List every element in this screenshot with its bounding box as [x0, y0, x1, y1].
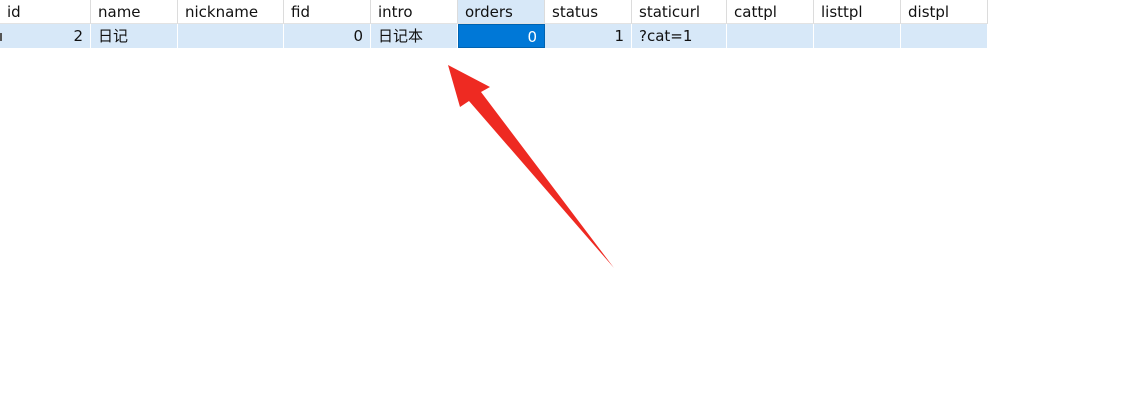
cell-id[interactable]: 2: [0, 24, 91, 48]
column-header-cattpl[interactable]: cattpl: [727, 0, 814, 24]
column-header-fid[interactable]: fid: [284, 0, 371, 24]
column-header-distpl[interactable]: distpl: [901, 0, 988, 24]
cell-name[interactable]: 日记: [91, 24, 178, 48]
column-header-listtpl[interactable]: listtpl: [814, 0, 901, 24]
cell-cattpl[interactable]: [727, 24, 814, 48]
cell-distpl[interactable]: [901, 24, 988, 48]
red-arrow-icon: [448, 65, 614, 268]
column-header-name[interactable]: name: [91, 0, 178, 24]
column-header-status[interactable]: status: [545, 0, 632, 24]
column-header-id[interactable]: id: [0, 0, 91, 24]
column-header-staticurl[interactable]: staticurl: [632, 0, 727, 24]
row-indicator-icon: [0, 33, 2, 41]
table-row[interactable]: 2 日记 0 日记本 0 1 ?cat=1: [0, 24, 988, 48]
column-header-nickname[interactable]: nickname: [178, 0, 284, 24]
cell-staticurl[interactable]: ?cat=1: [632, 24, 727, 48]
header-row: id name nickname fid intro orders status…: [0, 0, 988, 24]
column-header-intro[interactable]: intro: [371, 0, 458, 24]
annotation-layer: [448, 65, 614, 268]
cell-fid[interactable]: 0: [284, 24, 371, 48]
column-header-orders[interactable]: orders: [458, 0, 545, 24]
cell-listtpl[interactable]: [814, 24, 901, 48]
cell-nickname[interactable]: [178, 24, 284, 48]
cell-orders-selected[interactable]: 0: [458, 24, 545, 48]
cell-status[interactable]: 1: [545, 24, 632, 48]
cell-intro[interactable]: 日记本: [371, 24, 458, 48]
data-grid: id name nickname fid intro orders status…: [0, 0, 988, 48]
